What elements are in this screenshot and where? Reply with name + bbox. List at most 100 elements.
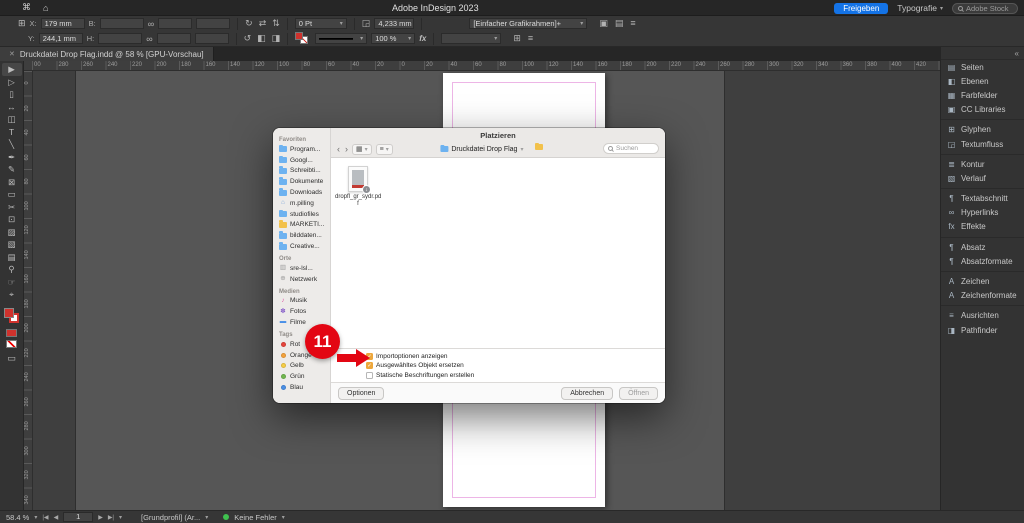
panel-tab-zeichen[interactable]: A Zeichen (941, 274, 1024, 288)
page-number-input[interactable]: 1 (63, 512, 93, 522)
panel-tab-kontur[interactable]: ≣ Kontur (941, 157, 1024, 171)
control-icon[interactable]: ▤ (615, 18, 624, 29)
page-dropdown-icon[interactable]: ▾ (119, 514, 122, 521)
option-ausgew-hltes-objekt-ersetzen[interactable]: ✓ Ausgewähltes Objekt ersetzen (366, 362, 659, 370)
free-transform-tool[interactable]: ⊡ (2, 213, 22, 226)
sidebar-item-blau[interactable]: Blau (279, 382, 328, 393)
panel-tab-absatzformate[interactable]: ¶ Absatzformate (941, 254, 1024, 268)
height-input[interactable] (98, 33, 142, 44)
panel-tab-seiten[interactable]: ▤ Seiten (941, 60, 1024, 74)
panel-tab-cc-libraries[interactable]: ▣ CC Libraries (941, 103, 1024, 117)
applied-effect-dropdown[interactable]: ▾ (441, 33, 501, 44)
panel-tab-pathfinder[interactable]: ◨ Pathfinder (941, 323, 1024, 337)
corner-radius-input[interactable]: 4,233 mm (374, 18, 414, 29)
gap-tool[interactable]: ↔ (2, 101, 22, 114)
reference-point-icon[interactable]: ⊞ (18, 18, 26, 29)
pen-tool[interactable]: ✒ (2, 151, 22, 164)
collapse-panels-icon[interactable]: « (1015, 49, 1019, 58)
sidebar-item-program[interactable]: Program... (279, 144, 328, 155)
panel-tab-ausrichten[interactable]: ≡ Ausrichten (941, 309, 1024, 323)
sidebar-item-gr-n[interactable]: Grün (279, 371, 328, 382)
control-icon[interactable]: ⇄ (259, 18, 267, 29)
control-icon[interactable]: ≡ (528, 33, 533, 44)
fill-stroke-swatches[interactable] (295, 32, 311, 45)
preflight-status[interactable]: Keine Fehler (234, 513, 277, 522)
effects-fx-icon[interactable]: fx (419, 34, 426, 43)
sidebar-item-bilddaten[interactable]: bilddaten... (279, 230, 328, 241)
preflight-profile[interactable]: [Grundprofil] (Ar... (141, 513, 200, 522)
sidebar-item-dokumente[interactable]: Dokumente (279, 176, 328, 187)
sidebar-item-sre-lsl[interactable]: ▥sre-lsl... (279, 263, 328, 274)
content-collector-tool[interactable]: ◫ (2, 113, 22, 126)
zoom-dropdown-icon[interactable]: ▾ (34, 514, 37, 521)
gradient-tool[interactable]: ▨ (2, 226, 22, 239)
group-by-dropdown[interactable]: ≡ ▾ (376, 144, 393, 155)
close-tab-icon[interactable]: ✕ (9, 50, 15, 58)
dialog-search-field[interactable]: Suchen (603, 143, 659, 154)
panel-tab-effekte[interactable]: fx Effekte (941, 220, 1024, 234)
control-icon[interactable]: ↺ (244, 33, 252, 44)
note-tool[interactable]: ▤ (2, 251, 22, 264)
opacity-dropdown[interactable]: 100 % ▾ (371, 33, 415, 44)
zoom-level[interactable]: 58.4 % (6, 513, 29, 522)
control-icon[interactable]: ⇅ (272, 18, 280, 29)
selection-tool[interactable]: ▶ (2, 63, 22, 76)
options-button[interactable]: Optionen (338, 387, 384, 400)
scale-x-input[interactable] (158, 18, 192, 29)
scissors-tool[interactable]: ✂ (2, 201, 22, 214)
last-page-button[interactable]: ▶| (108, 514, 114, 521)
cancel-button[interactable]: Abbrechen (561, 387, 613, 400)
horizontal-ruler[interactable]: 0028026024022020018016014012010080604020… (24, 61, 940, 71)
scale-y-input[interactable] (157, 33, 191, 44)
stroke-weight-dropdown[interactable]: 0 Pt ▾ (295, 18, 347, 29)
control-icon[interactable]: ↻ (245, 18, 253, 29)
sidebar-item-creative[interactable]: Creative... (279, 241, 328, 252)
sidebar-item-m-pilling[interactable]: ⌂m.pilling (279, 198, 328, 209)
option-statische-beschriftungen-erstellen[interactable]: Statische Beschriftungen erstellen (366, 371, 659, 379)
sidebar-item-googl[interactable]: Googl... (279, 155, 328, 166)
sidebar-item-fotos[interactable]: ✽Fotos (279, 306, 328, 317)
rotation-input[interactable] (196, 18, 230, 29)
sidebar-item-gelb[interactable]: Gelb (279, 361, 328, 372)
checkbox-icon[interactable] (366, 372, 373, 379)
sidebar-item-marketi[interactable]: MARKETI... (279, 220, 328, 231)
fill-stroke-widget[interactable] (3, 307, 21, 325)
file-item[interactable]: ↓ dropfl_gr_sydr.pd f (335, 166, 381, 207)
control-icon[interactable]: ◧ (257, 33, 266, 44)
direct-selection-tool[interactable]: ▷ (2, 76, 22, 89)
control-icon[interactable]: ▣ (599, 18, 608, 29)
line-tool[interactable]: ╲ (2, 138, 22, 151)
constrain-proportions-icon[interactable]: ∞ (146, 34, 152, 44)
y-input[interactable]: 244,1 mm (39, 33, 83, 44)
object-style-dropdown[interactable]: [Einfacher Grafikrahmen]+ ▾ (469, 18, 587, 29)
previous-page-button[interactable]: ◀ (54, 514, 59, 521)
home-icon[interactable]: ⌂ (43, 3, 48, 13)
control-icon[interactable]: ◨ (272, 33, 281, 44)
sidebar-item-schreibti[interactable]: Schreibti... (279, 166, 328, 177)
sidebar-item-musik[interactable]: ♪Musik (279, 296, 328, 307)
back-button[interactable]: ‹ (337, 145, 340, 154)
fill-color-swatch[interactable] (295, 32, 303, 40)
next-page-button[interactable]: ▶ (98, 514, 103, 521)
pencil-tool[interactable]: ✎ (2, 163, 22, 176)
option-importoptionen-anzeigen[interactable]: ✓ Importoptionen anzeigen (366, 352, 659, 360)
panel-tab-glyphen[interactable]: ⊞ Glyphen (941, 123, 1024, 137)
document-tab[interactable]: ✕ Druckdatei Drop Flag.indd @ 58 % [GPU-… (0, 47, 214, 61)
file-browser-area[interactable]: ↓ dropfl_gr_sydr.pd f (331, 158, 665, 348)
open-button[interactable]: Öffnen (619, 387, 658, 400)
panel-tab-verlauf[interactable]: ▧ Verlauf (941, 171, 1024, 185)
apply-none-button[interactable] (6, 340, 17, 348)
panel-tab-textabschnitt[interactable]: ¶ Textabschnitt (941, 192, 1024, 206)
corner-options-icon[interactable]: ◲ (362, 18, 371, 29)
eyedropper-tool[interactable]: ⚲ (2, 263, 22, 276)
sidebar-item-downloads[interactable]: Downloads (279, 187, 328, 198)
panel-tab-textumfluss[interactable]: ◲ Textumfluss (941, 137, 1024, 151)
constrain-proportions-icon[interactable]: ∞ (148, 19, 154, 29)
control-icon[interactable]: ≡ (630, 18, 635, 29)
hand-tool[interactable]: ☞ (2, 276, 22, 289)
control-icon[interactable]: ⊞ (513, 33, 521, 44)
x-input[interactable]: 179 mm (41, 18, 85, 29)
type-tool[interactable]: T (2, 126, 22, 139)
workspace-switcher[interactable]: Typografie ▾ (897, 3, 943, 13)
apply-color-button[interactable] (6, 329, 17, 337)
